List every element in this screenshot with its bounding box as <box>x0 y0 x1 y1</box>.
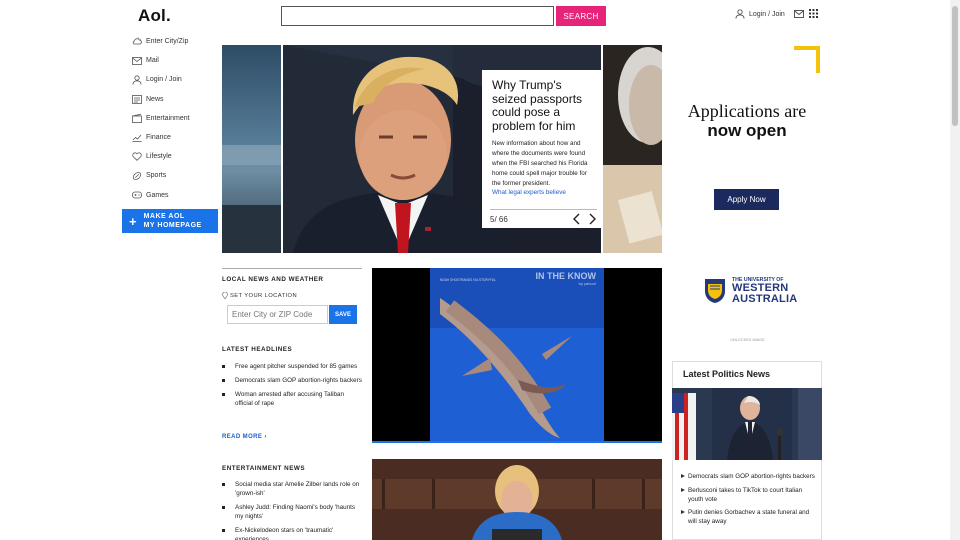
latest-headlines-list: Free agent pitcher suspended for 85 game… <box>222 362 362 413</box>
ad-headline: Applications are now open <box>687 101 807 140</box>
games-icon <box>132 191 142 199</box>
list-item[interactable]: Ashley Judd: Finding Naomi's body 'haunt… <box>222 503 362 521</box>
list-item[interactable]: Putin denies Gorbachev a state funeral a… <box>681 508 819 526</box>
video-watermark: IN THE KNOW by yahoo! <box>535 271 597 287</box>
nav-label: Sports <box>146 172 167 180</box>
apps-grid-icon[interactable] <box>809 9 818 18</box>
politics-news-heading: Latest Politics News <box>683 369 771 379</box>
entertainment-icon <box>132 113 142 123</box>
chevron-right-icon[interactable] <box>589 213 597 225</box>
finance-icon <box>132 134 142 142</box>
hero-story-link[interactable]: What legal experts believe <box>492 189 594 196</box>
heart-icon <box>132 152 142 162</box>
next-slide-illustration <box>603 45 662 253</box>
local-news-heading: LOCAL NEWS AND WEATHER <box>222 276 324 283</box>
hero-prev-slide-image[interactable] <box>222 45 281 253</box>
news-icon <box>132 94 142 104</box>
ad-apply-button[interactable]: Apply Now <box>714 189 779 210</box>
search-button[interactable]: SEARCH <box>556 6 606 26</box>
location-pin-icon <box>222 292 228 299</box>
entertainment-news-heading: ENTERTAINMENT NEWS <box>222 465 306 472</box>
user-icon <box>132 75 142 85</box>
politics-news-image[interactable] <box>672 388 822 460</box>
list-item[interactable]: Berlusconi takes to TikTok to court Ital… <box>681 486 819 504</box>
login-link[interactable]: Login / Join <box>735 9 785 19</box>
read-more-link[interactable]: READ MORE › <box>222 434 267 440</box>
set-location-label[interactable]: SET YOUR LOCATION <box>222 292 297 299</box>
ad-corner-bracket <box>794 45 822 73</box>
chevron-left-icon[interactable] <box>572 213 580 225</box>
nav-label: Enter City/Zip <box>146 38 189 46</box>
hero-story-card[interactable]: Why Trump's seized passports could pose … <box>482 70 602 228</box>
list-item[interactable]: Free agent pitcher suspended for 85 game… <box>222 362 362 371</box>
uwa-crest-icon <box>705 279 725 303</box>
nav-label: Entertainment <box>146 114 190 122</box>
list-item[interactable]: Ex-Nickelodeon stars on 'traumatic' expe… <box>222 526 362 540</box>
carousel-controls: 5/ 66 <box>490 209 597 225</box>
hero-next-slide-image[interactable] <box>603 45 662 253</box>
zip-save-button[interactable]: SAVE <box>329 305 357 324</box>
plus-icon: + <box>129 213 137 229</box>
uwa-logo[interactable]: THE UNIVERSITY OF WESTERN AUSTRALIA <box>704 277 797 305</box>
video-progress-bar[interactable] <box>372 441 662 443</box>
politics-news-list: Democrats slam GOP abortion-rights backe… <box>681 472 819 531</box>
nav-label: Login / Join <box>146 76 182 84</box>
nav-label: Finance <box>146 134 171 142</box>
hero-story-description: New information about how and where the … <box>492 140 588 187</box>
section-divider <box>222 268 362 269</box>
mail-icon[interactable] <box>794 10 804 18</box>
page-scrollbar-thumb[interactable] <box>952 6 958 126</box>
make-homepage-label: MAKE AOL MY HOMEPAGE <box>143 213 202 229</box>
shark-illustration <box>430 268 604 443</box>
list-item[interactable]: Democrats slam GOP abortion-rights backe… <box>222 376 362 385</box>
entertainment-news-list: Social media star Amelie Zilber lands ro… <box>222 480 362 540</box>
aol-logo[interactable]: Aol. <box>138 6 171 26</box>
login-label: Login / Join <box>749 10 785 18</box>
hero-story-title[interactable]: Why Trump's seized passports could pose … <box>492 78 594 133</box>
list-item[interactable]: Social media star Amelie Zilber lands ro… <box>222 480 362 498</box>
weather-icon <box>132 36 142 44</box>
ad-banner[interactable] <box>672 45 822 245</box>
video-player[interactable]: IN THE KNOW by yahoo! NOAH SHOSTRANDS VI… <box>372 268 662 443</box>
nav-label: News <box>146 95 164 103</box>
sports-icon <box>132 172 142 180</box>
nav-label: Lifestyle <box>146 153 172 161</box>
list-item[interactable]: Woman arrested after accusing Taliban of… <box>222 390 362 408</box>
uwa-wordmark: THE UNIVERSITY OF WESTERN AUSTRALIA <box>732 277 798 305</box>
nav-label: Mail <box>146 57 159 65</box>
ad-disclaimer: UNLOCKED IMAGE <box>730 338 765 342</box>
story-image-illustration <box>372 459 662 540</box>
search-input[interactable] <box>281 6 554 26</box>
latest-headlines-heading: LATEST HEADLINES <box>222 346 293 353</box>
mail-icon <box>132 56 142 65</box>
make-aol-homepage-button[interactable]: + MAKE AOL MY HOMEPAGE <box>122 209 218 233</box>
carousel-counter: 5/ 66 <box>490 214 508 224</box>
video-progress-fill <box>372 441 662 443</box>
story-image[interactable] <box>372 459 662 540</box>
list-item[interactable]: Democrats slam GOP abortion-rights backe… <box>681 472 819 481</box>
video-frame: IN THE KNOW by yahoo! NOAH SHOSTRANDS VI… <box>430 268 604 443</box>
video-credit: NOAH SHOSTRANDS VIA STORYFUL <box>440 278 496 282</box>
zip-code-input[interactable] <box>227 305 328 324</box>
user-icon <box>735 9 745 19</box>
nav-label: Games <box>146 191 169 199</box>
politics-image-illustration <box>672 388 822 460</box>
